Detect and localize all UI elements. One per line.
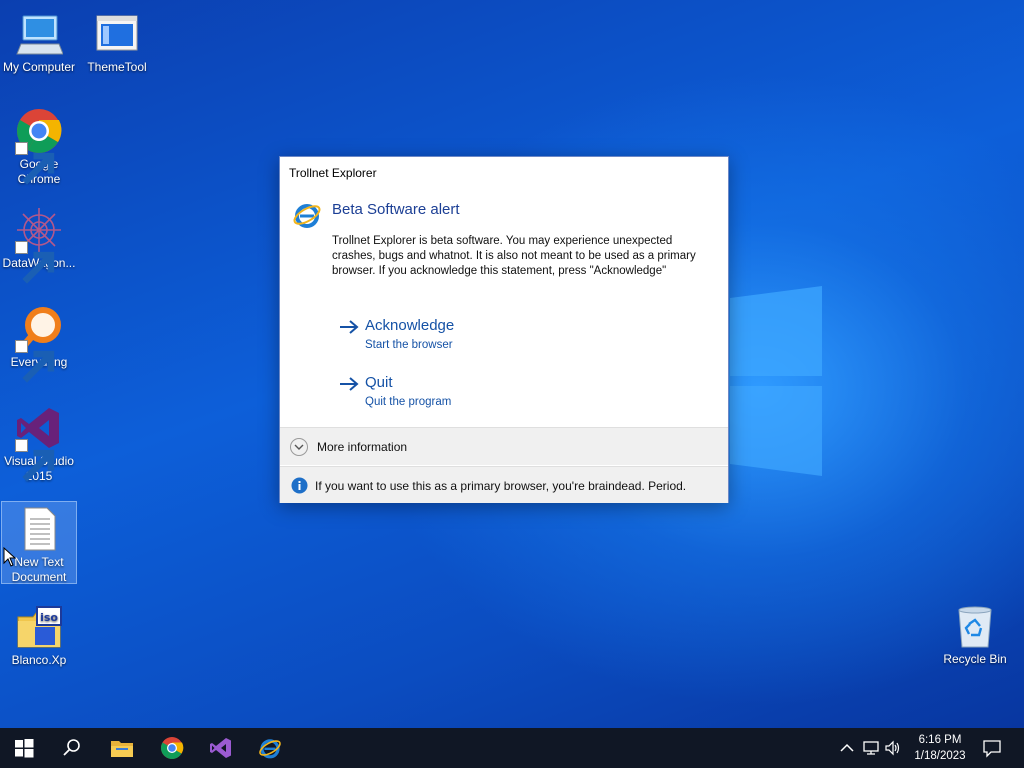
quit-sublabel: Quit the program <box>365 396 452 408</box>
desktop-icon-my-computer[interactable]: My Computer <box>1 4 77 75</box>
taskbar: 6:16 PM 1/18/2023 <box>0 728 1024 768</box>
dialog-message: Trollnet Explorer is beta software. You … <box>332 235 696 277</box>
desktop-icon-themetool[interactable]: ThemeTool <box>79 4 155 75</box>
windows-start-icon <box>15 739 34 758</box>
shortcut-arrow-icon <box>15 142 55 185</box>
desktop: My Computer ThemeTool Google Chrome Data… <box>0 0 1024 728</box>
desktop-icon-everything[interactable]: Everything <box>1 299 77 383</box>
desktop-icon-label: Blanco.Xp <box>11 653 67 667</box>
visual-studio-icon <box>15 404 63 482</box>
quit-label: Quit <box>365 374 393 391</box>
chrome-icon <box>161 737 184 759</box>
footer-text: If you want to use this as a primary bro… <box>315 479 687 493</box>
internet-explorer-icon <box>259 739 281 759</box>
desktop-icon-label: Recycle Bin <box>943 652 1007 666</box>
network-icon[interactable] <box>862 739 880 757</box>
recycle-bin-icon <box>951 602 999 650</box>
info-icon <box>291 477 308 494</box>
shortcut-arrow-icon <box>15 439 55 482</box>
system-clock[interactable]: 6:16 PM 1/18/2023 <box>900 732 980 764</box>
clock-date: 1/18/2023 <box>914 750 966 762</box>
svg-text:iso: iso <box>40 611 58 624</box>
search-button[interactable] <box>48 728 96 768</box>
desktop-icon-new-text-document[interactable]: New Text Document <box>1 501 77 584</box>
internet-explorer-icon <box>293 204 321 228</box>
datawagon-icon <box>15 206 63 284</box>
arrow-right-icon <box>340 377 359 391</box>
folder-icon <box>111 741 133 757</box>
text-document-icon <box>15 505 63 553</box>
dialog-heading: Beta Software alert <box>332 201 460 218</box>
taskbar-file-explorer[interactable] <box>98 728 146 768</box>
taskbar-trollnet-explorer[interactable] <box>246 728 294 768</box>
magnifier-icon <box>15 305 63 383</box>
desktop-icon-datawagon[interactable]: DataWagon... <box>1 200 77 284</box>
shortcut-arrow-icon <box>15 340 55 383</box>
computer-icon <box>15 10 63 58</box>
acknowledge-sublabel: Start the browser <box>365 339 453 351</box>
iso-file-icon: iso <box>15 603 63 651</box>
chevron-up-icon[interactable] <box>838 739 856 757</box>
beta-alert-dialog: Trollnet Explorer Beta Software alert Tr… <box>279 156 729 503</box>
clock-time: 6:16 PM <box>918 734 962 746</box>
start-button[interactable] <box>0 728 48 768</box>
search-icon <box>63 739 80 756</box>
dialog-title: Trollnet Explorer <box>289 166 377 180</box>
dialog-footer: If you want to use this as a primary bro… <box>280 466 728 503</box>
desktop-icon-label: ThemeTool <box>87 60 147 74</box>
visual-studio-icon <box>210 738 231 758</box>
acknowledge-label: Acknowledge <box>365 317 455 334</box>
shortcut-arrow-icon <box>15 241 55 284</box>
more-information-label: More information <box>317 440 408 454</box>
arrow-right-icon <box>340 320 359 334</box>
taskbar-visual-studio[interactable] <box>197 728 245 768</box>
mouse-cursor-icon <box>3 547 17 567</box>
more-information-expander[interactable]: More information <box>280 427 728 465</box>
desktop-icon-recycle-bin[interactable]: Recycle Bin <box>937 596 1013 667</box>
notification-center-icon[interactable] <box>982 738 1002 758</box>
taskbar-google-chrome[interactable] <box>148 728 196 768</box>
desktop-icon-blanco-xp[interactable]: iso Blanco.Xp <box>1 597 77 668</box>
desktop-icon-google-chrome[interactable]: Google Chrome <box>1 101 77 187</box>
chrome-icon <box>15 107 63 185</box>
chevron-down-icon <box>290 438 308 456</box>
themetool-icon <box>93 10 141 58</box>
desktop-icon-visual-studio-2015[interactable]: Visual Studio 2015 <box>1 398 77 484</box>
desktop-icon-label: My Computer <box>2 60 76 74</box>
